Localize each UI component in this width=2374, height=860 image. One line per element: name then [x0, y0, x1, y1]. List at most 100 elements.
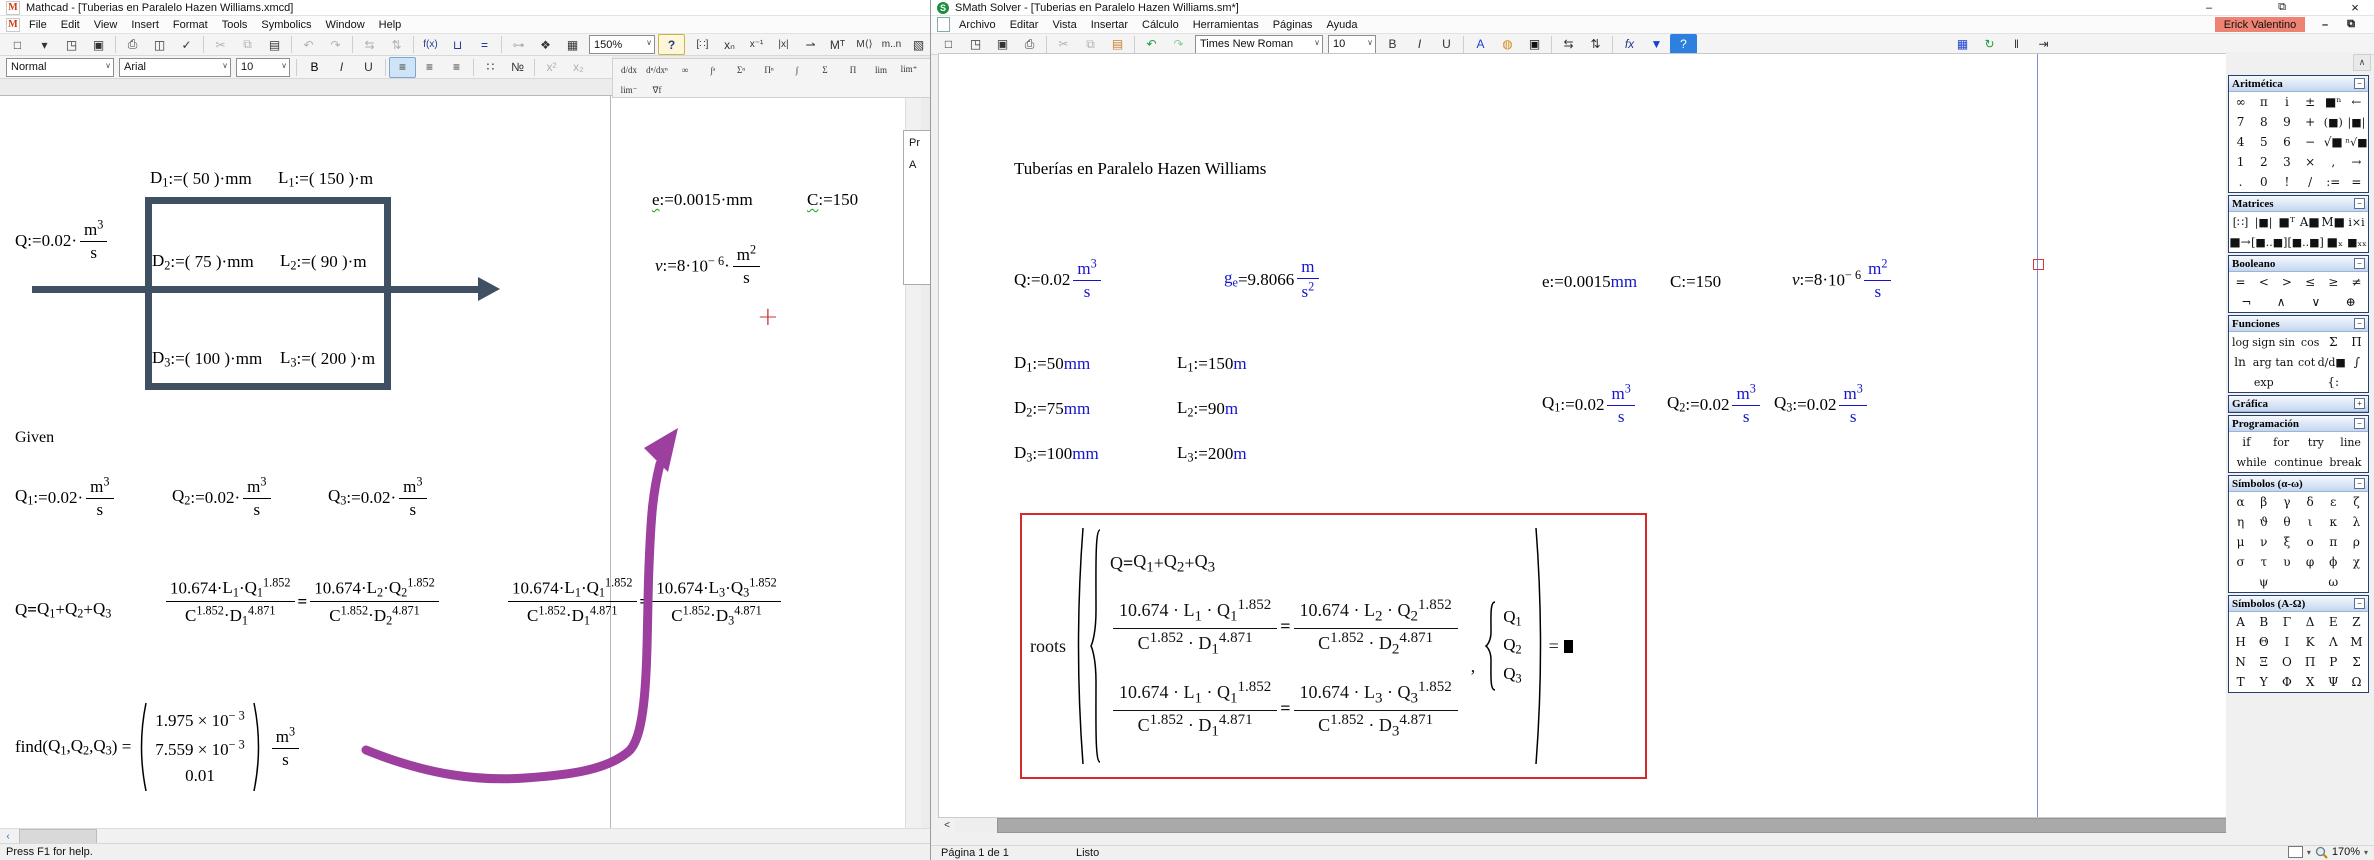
palette-symbol[interactable]: ∫: [2346, 352, 2368, 372]
scroll-up-button[interactable]: ∧: [2353, 54, 2371, 71]
subscript-format-button[interactable]: x₂: [565, 57, 592, 78]
palette-symbol[interactable]: ϕ: [2322, 552, 2345, 572]
border-button[interactable]: ▣: [1521, 34, 1548, 55]
palette-symbol[interactable]: ≤: [2299, 272, 2322, 292]
palette-symbol[interactable]: {:: [2299, 372, 2369, 392]
palette-symbol[interactable]: continue: [2274, 452, 2323, 472]
smath-l3-definition[interactable]: L3 := 200 m: [1177, 443, 1247, 465]
mathcad-headloss-equation-1[interactable]: 10.674·L1·Q11.852C1.852·D14.871 = 10.674…: [163, 576, 442, 627]
mathcad-worksheet[interactable]: Q := 0.02·m3s D1 := ( 50 )·mm L1 := ( 15…: [0, 95, 920, 829]
mathcad-nu-definition[interactable]: ν := 8·10− 6·m2s: [655, 243, 763, 288]
smath-l1-definition[interactable]: L1 := 150 m: [1177, 353, 1247, 375]
palette-symbol[interactable]: 9: [2275, 112, 2298, 132]
palette-symbol[interactable]: ∨: [2299, 292, 2334, 312]
print-button[interactable]: ⎙: [119, 34, 146, 55]
align-down-button[interactable]: ⇅: [383, 34, 410, 55]
restore-button[interactable]: ⧉: [2273, 1, 2291, 14]
mathcad-d2-definition[interactable]: D2 := ( 75 )·mm: [152, 251, 254, 273]
redo-button[interactable]: ↷: [1165, 34, 1192, 55]
palette-symbol[interactable]: |■|: [2345, 112, 2368, 132]
spell-check-button[interactable]: ✓: [173, 34, 200, 55]
help-button[interactable]: ?: [658, 34, 685, 55]
menu-item-symbolics[interactable]: Symbolics: [254, 18, 318, 32]
smath-d2-definition[interactable]: D2 := 75 mm: [1014, 398, 1090, 420]
given-keyword[interactable]: Given: [15, 429, 54, 447]
save-button[interactable]: ▣: [85, 34, 112, 55]
palette-symbol[interactable]: |■|: [2252, 212, 2275, 232]
new-button[interactable]: □: [4, 34, 31, 55]
range-product-button[interactable]: Π: [839, 59, 867, 80]
collapse-icon[interactable]: −: [2354, 198, 2365, 209]
paste-button[interactable]: ▤: [1104, 34, 1131, 55]
mathcad-continuity-equation[interactable]: Q = Q1 + Q2 + Q3: [15, 599, 111, 621]
mathcad-d1-definition[interactable]: D1 := ( 50 )·mm: [150, 168, 252, 190]
italic-button[interactable]: I: [328, 57, 355, 78]
palette-symbol[interactable]: log: [2229, 332, 2252, 352]
mathcad-l1-definition[interactable]: L1 := ( 150 )·m: [278, 168, 373, 190]
font-size-combo[interactable]: 10: [236, 58, 290, 77]
palette-symbol[interactable]: Ψ: [2322, 672, 2345, 692]
font-color-button[interactable]: A: [1467, 34, 1494, 55]
palette-symbol[interactable]: ■ₓ: [2324, 232, 2346, 252]
smath-c-definition[interactable]: C := 150: [1670, 272, 1721, 292]
palette-symbol[interactable]: ζ: [2345, 492, 2368, 512]
menu-item-edit[interactable]: Edit: [54, 18, 87, 32]
menu-item-window[interactable]: Window: [319, 18, 372, 32]
menu-item-file[interactable]: File: [22, 18, 54, 32]
palette-symbol[interactable]: /: [2299, 172, 2322, 192]
palette-symbol[interactable]: [∷]: [2229, 212, 2252, 232]
palette-symbol[interactable]: break: [2323, 452, 2368, 472]
palette-symbol[interactable]: η: [2229, 512, 2252, 532]
palette-symbol[interactable]: υ: [2275, 552, 2298, 572]
palette-symbol[interactable]: sign: [2252, 332, 2275, 352]
subscript-button[interactable]: xₙ: [716, 34, 743, 55]
palette-symbol[interactable]: Ι: [2275, 632, 2298, 652]
palette-symbol[interactable]: 8: [2252, 112, 2275, 132]
palette-symbol[interactable]: ϑ: [2252, 512, 2275, 532]
palette-symbol[interactable]: Θ: [2252, 632, 2275, 652]
smath-q3-definition[interactable]: Q3 := 0.02 m3s: [1774, 382, 1870, 427]
insert-plot-button[interactable]: ▦: [1949, 34, 1976, 55]
copy-button[interactable]: ⧉: [1077, 34, 1104, 55]
palette-symbol[interactable]: M■: [2321, 212, 2345, 232]
insert-unit-button[interactable]: ⊔: [444, 34, 471, 55]
align-across-button[interactable]: ⇆: [356, 34, 383, 55]
palette-symbol[interactable]: [■..■]: [2251, 232, 2287, 252]
smath-font-combo[interactable]: Times New Roman: [1195, 35, 1323, 54]
pause-calculation-button[interactable]: ‖: [2003, 34, 2030, 55]
collapse-icon[interactable]: −: [2354, 78, 2365, 89]
palette-symbol[interactable]: Υ: [2252, 672, 2275, 692]
underline-button[interactable]: U: [355, 57, 382, 78]
palette-symbol[interactable]: :=: [2322, 172, 2345, 192]
menu-item-páginas[interactable]: Páginas: [1266, 18, 1320, 32]
cut-button[interactable]: ✂: [1050, 34, 1077, 55]
palette-symbol[interactable]: Ε: [2322, 612, 2345, 632]
insert-function-button[interactable]: f(x): [417, 34, 444, 55]
collapse-icon[interactable]: −: [2354, 598, 2365, 609]
menu-item-help[interactable]: Help: [372, 18, 409, 32]
new-button[interactable]: □: [935, 34, 962, 55]
palette-symbol[interactable]: .: [2229, 172, 2252, 192]
print-preview-button[interactable]: ◫: [146, 34, 173, 55]
palette-symbol[interactable]: δ: [2299, 492, 2322, 512]
palette-symbol[interactable]: Α: [2229, 612, 2252, 632]
palette-symbol[interactable]: ο: [2299, 532, 2322, 552]
palette-symbol[interactable]: ,: [2322, 152, 2345, 172]
palette-symbol[interactable]: if: [2229, 432, 2264, 452]
smath-g-evaluation[interactable]: ge = 9.8066 ms2: [1224, 257, 1322, 302]
smath-q2-definition[interactable]: Q2 := 0.02 m3s: [1667, 382, 1763, 427]
menu-item-editar[interactable]: Editar: [1003, 18, 1046, 32]
collapse-icon[interactable]: −: [2354, 258, 2365, 269]
open-button[interactable]: ◳: [962, 34, 989, 55]
result-placeholder[interactable]: =: [1549, 636, 1573, 657]
palette-symbol[interactable]: <: [2252, 272, 2275, 292]
range-button[interactable]: m..n: [878, 34, 905, 55]
summation-button[interactable]: Σⁿ: [727, 59, 755, 80]
menu-item-format[interactable]: Format: [166, 18, 215, 32]
mathcad-horizontal-scrollbar[interactable]: ‹: [0, 828, 936, 844]
palette-symbol[interactable]: exp: [2229, 372, 2299, 392]
palette-symbol[interactable]: ε: [2322, 492, 2345, 512]
menu-item-view[interactable]: View: [87, 18, 125, 32]
system-equation-3[interactable]: 10.674 · L1 · Q11.852C1.852 · D14.871 = …: [1110, 677, 1461, 741]
smath-q-definition[interactable]: Q := 0.02 m3s: [1014, 257, 1104, 302]
